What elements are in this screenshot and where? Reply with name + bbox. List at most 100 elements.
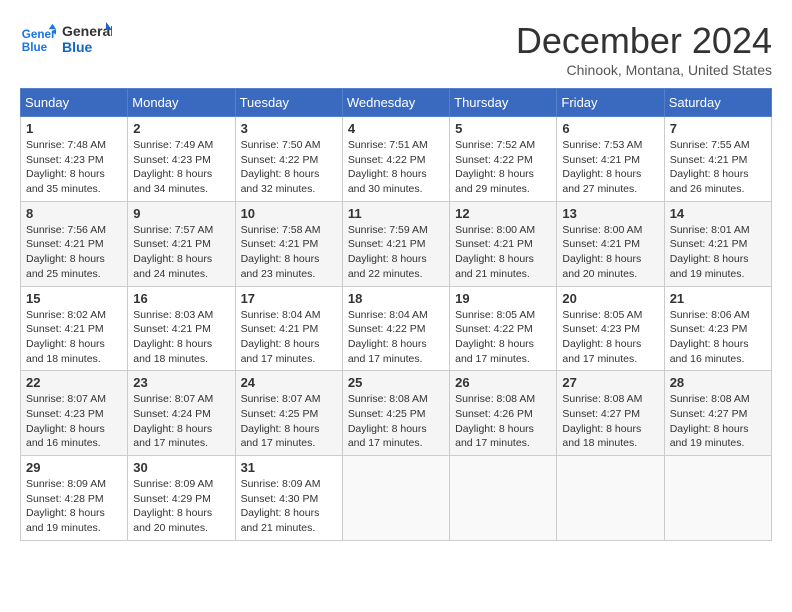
calendar-cell: 28 Sunrise: 8:08 AMSunset: 4:27 PMDayligh… — [664, 371, 771, 456]
calendar-cell: 8Sunrise: 7:56 AMSunset: 4:21 PMDaylight… — [21, 201, 128, 286]
day-number: 15 — [26, 291, 122, 306]
day-info: Sunrise: 7:51 AMSunset: 4:22 PMDaylight:… — [348, 138, 444, 197]
calendar-cell: 11 Sunrise: 7:59 AMSunset: 4:21 PMDayligh… — [342, 201, 449, 286]
calendar-cell: 25 Sunrise: 8:08 AMSunset: 4:25 PMDayligh… — [342, 371, 449, 456]
calendar-cell: 22 Sunrise: 8:07 AMSunset: 4:23 PMDayligh… — [21, 371, 128, 456]
day-number: 25 — [348, 375, 444, 390]
day-info: Sunrise: 8:00 AMSunset: 4:21 PMDaylight:… — [562, 223, 658, 282]
svg-text:Blue: Blue — [62, 39, 93, 55]
day-number: 16 — [133, 291, 229, 306]
day-number: 29 — [26, 460, 122, 475]
calendar-cell: 4 Sunrise: 7:51 AMSunset: 4:22 PMDaylight… — [342, 117, 449, 202]
svg-text:Blue: Blue — [22, 41, 48, 54]
calendar-cell: 30 Sunrise: 8:09 AMSunset: 4:29 PMDayligh… — [128, 456, 235, 541]
day-info: Sunrise: 8:08 AMSunset: 4:25 PMDaylight:… — [348, 392, 444, 451]
day-number: 22 — [26, 375, 122, 390]
day-number: 9 — [133, 206, 229, 221]
day-info: Sunrise: 7:58 AMSunset: 4:21 PMDaylight:… — [241, 223, 337, 282]
calendar-cell: 7Sunrise: 7:55 AMSunset: 4:21 PMDaylight… — [664, 117, 771, 202]
title-block: December 2024 Chinook, Montana, United S… — [516, 20, 772, 78]
calendar-cell: 31 Sunrise: 8:09 AMSunset: 4:30 PMDayligh… — [235, 456, 342, 541]
day-info: Sunrise: 8:05 AMSunset: 4:22 PMDaylight:… — [455, 308, 551, 367]
day-info: Sunrise: 8:03 AMSunset: 4:21 PMDaylight:… — [133, 308, 229, 367]
day-number: 2 — [133, 121, 229, 136]
calendar-cell: 17Sunrise: 8:04 AMSunset: 4:21 PMDayligh… — [235, 286, 342, 371]
day-number: 28 — [670, 375, 766, 390]
calendar-cell — [664, 456, 771, 541]
day-number: 19 — [455, 291, 551, 306]
weekday-header-monday: Monday — [128, 89, 235, 117]
day-info: Sunrise: 8:01 AMSunset: 4:21 PMDaylight:… — [670, 223, 766, 282]
day-number: 26 — [455, 375, 551, 390]
location-subtitle: Chinook, Montana, United States — [516, 62, 772, 78]
day-number: 23 — [133, 375, 229, 390]
day-info: Sunrise: 7:55 AMSunset: 4:21 PMDaylight:… — [670, 138, 766, 197]
calendar-cell: 3Sunrise: 7:50 AMSunset: 4:22 PMDaylight… — [235, 117, 342, 202]
calendar-cell: 13Sunrise: 8:00 AMSunset: 4:21 PMDayligh… — [557, 201, 664, 286]
calendar-week-row: 15 Sunrise: 8:02 AMSunset: 4:21 PMDayligh… — [21, 286, 772, 371]
day-info: Sunrise: 8:04 AMSunset: 4:22 PMDaylight:… — [348, 308, 444, 367]
day-info: Sunrise: 7:50 AMSunset: 4:22 PMDaylight:… — [241, 138, 337, 197]
calendar-cell: 26 Sunrise: 8:08 AMSunset: 4:26 PMDayligh… — [450, 371, 557, 456]
calendar-cell: 12 Sunrise: 8:00 AMSunset: 4:21 PMDayligh… — [450, 201, 557, 286]
calendar-week-row: 29 Sunrise: 8:09 AMSunset: 4:28 PMDayligh… — [21, 456, 772, 541]
day-info: Sunrise: 8:07 AMSunset: 4:23 PMDaylight:… — [26, 392, 122, 451]
calendar-cell: 20 Sunrise: 8:05 AMSunset: 4:23 PMDayligh… — [557, 286, 664, 371]
calendar-cell: 14 Sunrise: 8:01 AMSunset: 4:21 PMDayligh… — [664, 201, 771, 286]
month-title: December 2024 — [516, 20, 772, 62]
day-info: Sunrise: 7:59 AMSunset: 4:21 PMDaylight:… — [348, 223, 444, 282]
day-number: 14 — [670, 206, 766, 221]
calendar-table: SundayMondayTuesdayWednesdayThursdayFrid… — [20, 88, 772, 541]
day-info: Sunrise: 8:08 AMSunset: 4:26 PMDaylight:… — [455, 392, 551, 451]
calendar-cell: 15 Sunrise: 8:02 AMSunset: 4:21 PMDayligh… — [21, 286, 128, 371]
day-info: Sunrise: 7:52 AMSunset: 4:22 PMDaylight:… — [455, 138, 551, 197]
day-number: 4 — [348, 121, 444, 136]
day-number: 5 — [455, 121, 551, 136]
day-number: 18 — [348, 291, 444, 306]
calendar-cell: 23Sunrise: 8:07 AMSunset: 4:24 PMDayligh… — [128, 371, 235, 456]
svg-text:General: General — [62, 23, 112, 39]
weekday-header-thursday: Thursday — [450, 89, 557, 117]
calendar-cell — [450, 456, 557, 541]
calendar-cell: 6Sunrise: 7:53 AMSunset: 4:21 PMDaylight… — [557, 117, 664, 202]
day-number: 12 — [455, 206, 551, 221]
calendar-cell: 9Sunrise: 7:57 AMSunset: 4:21 PMDaylight… — [128, 201, 235, 286]
day-info: Sunrise: 8:02 AMSunset: 4:21 PMDaylight:… — [26, 308, 122, 367]
day-number: 27 — [562, 375, 658, 390]
calendar-cell: 16 Sunrise: 8:03 AMSunset: 4:21 PMDayligh… — [128, 286, 235, 371]
page-header: General Blue General Blue General Blue D… — [20, 20, 772, 78]
logo: General Blue General Blue General Blue — [20, 20, 112, 60]
day-info: Sunrise: 7:56 AMSunset: 4:21 PMDaylight:… — [26, 223, 122, 282]
calendar-week-row: 1 Sunrise: 7:48 AMSunset: 4:23 PMDaylight… — [21, 117, 772, 202]
weekday-header-tuesday: Tuesday — [235, 89, 342, 117]
day-info: Sunrise: 8:00 AMSunset: 4:21 PMDaylight:… — [455, 223, 551, 282]
logo-icon: General Blue — [20, 22, 56, 58]
calendar-week-row: 8Sunrise: 7:56 AMSunset: 4:21 PMDaylight… — [21, 201, 772, 286]
calendar-cell — [342, 456, 449, 541]
calendar-cell: 5 Sunrise: 7:52 AMSunset: 4:22 PMDaylight… — [450, 117, 557, 202]
day-info: Sunrise: 8:09 AMSunset: 4:28 PMDaylight:… — [26, 477, 122, 536]
day-number: 30 — [133, 460, 229, 475]
calendar-cell: 27Sunrise: 8:08 AMSunset: 4:27 PMDayligh… — [557, 371, 664, 456]
day-info: Sunrise: 7:53 AMSunset: 4:21 PMDaylight:… — [562, 138, 658, 197]
calendar-cell: 10 Sunrise: 7:58 AMSunset: 4:21 PMDayligh… — [235, 201, 342, 286]
day-number: 21 — [670, 291, 766, 306]
day-number: 31 — [241, 460, 337, 475]
day-info: Sunrise: 8:06 AMSunset: 4:23 PMDaylight:… — [670, 308, 766, 367]
day-number: 20 — [562, 291, 658, 306]
weekday-header-saturday: Saturday — [664, 89, 771, 117]
day-info: Sunrise: 7:48 AMSunset: 4:23 PMDaylight:… — [26, 138, 122, 197]
weekday-header-sunday: Sunday — [21, 89, 128, 117]
calendar-cell: 24Sunrise: 8:07 AMSunset: 4:25 PMDayligh… — [235, 371, 342, 456]
day-number: 17 — [241, 291, 337, 306]
calendar-cell: 1 Sunrise: 7:48 AMSunset: 4:23 PMDaylight… — [21, 117, 128, 202]
day-number: 10 — [241, 206, 337, 221]
day-number: 11 — [348, 206, 444, 221]
day-info: Sunrise: 8:09 AMSunset: 4:30 PMDaylight:… — [241, 477, 337, 536]
calendar-cell: 2Sunrise: 7:49 AMSunset: 4:23 PMDaylight… — [128, 117, 235, 202]
day-number: 1 — [26, 121, 122, 136]
day-info: Sunrise: 8:05 AMSunset: 4:23 PMDaylight:… — [562, 308, 658, 367]
day-info: Sunrise: 8:08 AMSunset: 4:27 PMDaylight:… — [670, 392, 766, 451]
weekday-header-friday: Friday — [557, 89, 664, 117]
day-info: Sunrise: 8:09 AMSunset: 4:29 PMDaylight:… — [133, 477, 229, 536]
